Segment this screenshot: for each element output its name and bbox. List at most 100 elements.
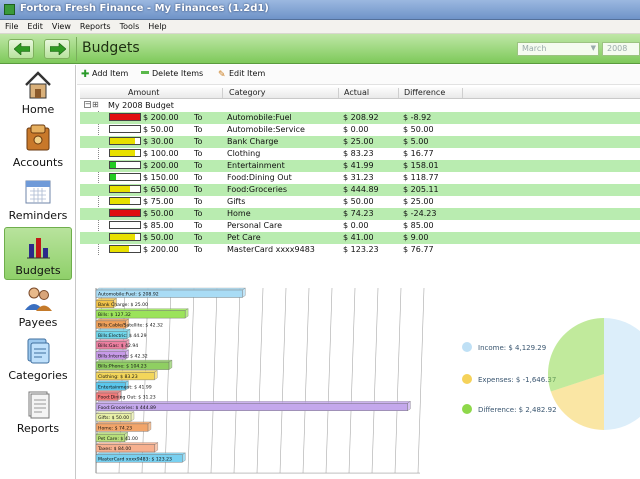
menu-help[interactable]: Help <box>143 20 170 33</box>
grid-line <box>210 287 218 474</box>
budget-progress-bar <box>109 245 141 253</box>
grid-line <box>187 287 195 474</box>
bar-top <box>95 432 129 435</box>
pie-slice <box>604 318 640 430</box>
column-header-amount[interactable]: Amount <box>128 88 159 97</box>
plus-icon: ✚ <box>81 69 90 80</box>
sidebar-item-home[interactable]: Home <box>4 67 72 120</box>
add-item-button[interactable]: ✚ Add Item <box>81 69 128 81</box>
categories-icon <box>27 338 50 364</box>
column-header-difference[interactable]: Difference <box>404 88 445 97</box>
budget-progress-bar <box>109 173 141 181</box>
year-select[interactable]: 2008 <box>602 42 640 56</box>
table-row[interactable]: $ 200.00 To Entertainment $ 41.99 $ 158.01 <box>80 160 640 172</box>
bar-label: Bills:Internet: $ 42.32 <box>98 353 148 359</box>
difference-cell: $ 25.00 <box>403 197 434 206</box>
menu-tools[interactable]: Tools <box>115 20 144 33</box>
actual-cell: $ 25.00 <box>343 137 374 146</box>
collapse-icon[interactable]: − <box>84 101 91 108</box>
category-cell: Pet Care <box>227 233 261 242</box>
budget-progress-fill <box>110 198 130 204</box>
budget-progress-fill <box>110 138 135 144</box>
legend-label: Income: $ 4,129.29 <box>478 344 547 352</box>
sidebar-item-label: Reports <box>16 422 60 435</box>
table-row[interactable]: $ 100.00 To Clothing $ 83.23 $ 16.77 <box>80 148 640 160</box>
month-value: March <box>522 44 547 53</box>
table-row[interactable]: $ 200.00 To Automobile:Fuel $ 208.92 $ -8.92 <box>80 112 640 124</box>
grid-line <box>256 287 264 474</box>
sidebar-item-reminders[interactable]: Reminders <box>4 173 72 226</box>
bar-top <box>95 308 189 311</box>
category-cell: Clothing <box>227 149 261 158</box>
grid-line <box>325 287 333 474</box>
sidebar-item-reports[interactable]: Reports <box>4 386 72 439</box>
grid-line <box>233 287 241 474</box>
bar-top <box>95 442 159 445</box>
bar-top <box>95 287 246 291</box>
table-row[interactable]: $ 50.00 To Pet Care $ 41.00 $ 9.00 <box>80 232 640 244</box>
bar-label: Bank Charge: $ 25.00 <box>98 302 148 308</box>
table-row[interactable]: $ 50.00 To Home $ 74.23 $ -24.23 <box>80 208 640 220</box>
to-cell: To <box>194 221 203 230</box>
actual-cell: $ 74.23 <box>343 209 374 218</box>
table-row[interactable]: $ 85.00 To Personal Care $ 0.00 $ 85.00 <box>80 220 640 232</box>
actual-cell: $ 0.00 <box>343 125 369 134</box>
budget-progress-bar <box>109 221 141 229</box>
bar-label: Home: $ 74.23 <box>98 426 132 432</box>
actual-cell: $ 123.23 <box>343 245 379 254</box>
table-row[interactable]: $ 75.00 To Gifts $ 50.00 $ 25.00 <box>80 196 640 208</box>
table-row[interactable]: $ 200.00 To MasterCard xxxx9483 $ 123.23 $ 7… <box>80 244 640 256</box>
edit-item-button[interactable]: ✎ Edit Item <box>218 69 265 81</box>
difference-cell: $ -8.92 <box>403 113 432 122</box>
amount-cell: $ 75.00 <box>143 197 174 206</box>
sidebar-item-categories[interactable]: Categories <box>4 333 72 386</box>
difference-cell: $ 9.00 <box>403 233 429 242</box>
month-select[interactable]: March ▼ <box>517 42 599 56</box>
column-header-category[interactable]: Category <box>229 88 266 97</box>
actual-cell: $ 31.23 <box>343 173 374 182</box>
sidebar-item-label: Accounts <box>12 156 64 169</box>
table-row[interactable]: $ 650.00 To Food:Groceries $ 444.89 $ 205.11 <box>80 184 640 196</box>
table-row[interactable]: $ 50.00 To Automobile:Service $ 0.00 $ 50.00 <box>80 124 640 136</box>
budget-progress-bar <box>109 137 141 145</box>
table-row[interactable]: $ 30.00 To Bank Charge $ 25.00 $ 5.00 <box>80 136 640 148</box>
actual-cell: $ 83.23 <box>343 149 374 158</box>
back-button[interactable] <box>8 39 34 59</box>
bar-label: Entertainment: $ 41.99 <box>98 384 152 390</box>
grid-line <box>417 287 425 474</box>
menu-reports[interactable]: Reports <box>75 20 115 33</box>
left-arrow-icon <box>14 43 30 55</box>
budget-root-label: My 2008 Budget <box>108 101 174 110</box>
column-divider <box>222 88 223 98</box>
forward-button[interactable] <box>44 39 70 59</box>
delete-items-button[interactable]: Delete Items <box>141 69 203 81</box>
budget-progress-fill <box>110 246 129 252</box>
sidebar-item-payees[interactable]: Payees <box>4 280 72 333</box>
edit-item-label: Edit Item <box>229 69 266 78</box>
to-cell: To <box>194 137 203 146</box>
budget-progress-fill <box>110 186 130 192</box>
category-cell: Home <box>227 209 251 218</box>
menu-view[interactable]: View <box>47 20 75 33</box>
sidebar-item-budgets[interactable]: Budgets <box>4 227 72 280</box>
menu-file[interactable]: File <box>0 20 22 33</box>
amount-cell: $ 50.00 <box>143 233 174 242</box>
grid-line <box>394 287 402 474</box>
sidebar-item-accounts[interactable]: Accounts <box>4 120 72 173</box>
menu-edit[interactable]: Edit <box>22 20 47 33</box>
nav-bar: Budgets March ▼ 2008 <box>0 34 640 64</box>
amount-cell: $ 50.00 <box>143 125 174 134</box>
year-value: 2008 <box>607 44 628 53</box>
grid-line <box>371 287 379 474</box>
window-title: Fortora Fresh Finance - My Finances (1.2… <box>20 3 269 14</box>
actual-cell: $ 50.00 <box>343 197 374 206</box>
grid-line <box>348 287 356 474</box>
tree-root-row[interactable]: − ⊞ My 2008 Budget <box>80 100 640 111</box>
to-cell: To <box>194 245 203 254</box>
column-header-actual[interactable]: Actual <box>344 88 369 97</box>
to-cell: To <box>194 125 203 134</box>
table-row[interactable]: $ 150.00 To Food:Dining Out $ 31.23 $ 118.77 <box>80 172 640 184</box>
actual-cell: $ 208.92 <box>343 113 379 122</box>
page-title: Budgets <box>82 40 140 56</box>
column-divider <box>462 88 463 98</box>
